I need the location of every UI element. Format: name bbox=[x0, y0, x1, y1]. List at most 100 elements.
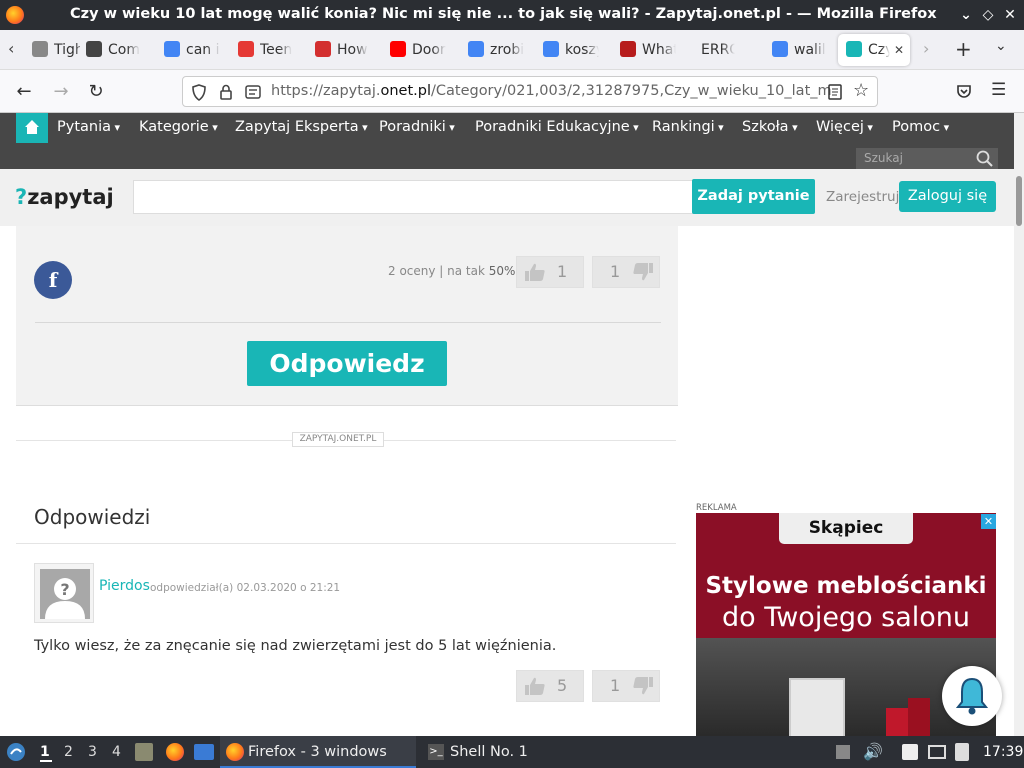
page-info-icon[interactable] bbox=[245, 85, 261, 99]
answer-author-link[interactable]: Pierdos bbox=[99, 578, 150, 594]
question-dislike-button[interactable]: 1 bbox=[592, 256, 660, 288]
nav-item-zapytaj-eksperta[interactable]: Zapytaj Eksperta bbox=[235, 119, 368, 135]
workspace-2[interactable]: 2 bbox=[64, 744, 73, 760]
lock-icon[interactable] bbox=[219, 84, 233, 101]
question-input[interactable] bbox=[133, 180, 695, 214]
ad-close-icon[interactable]: ✕ bbox=[981, 514, 996, 529]
tab-11[interactable]: walil bbox=[770, 34, 826, 66]
tab-favicon-icon bbox=[772, 41, 788, 57]
tab-2[interactable]: Com bbox=[84, 34, 140, 66]
answer-like-button[interactable]: 5 bbox=[516, 670, 584, 702]
notifications-icon[interactable] bbox=[955, 743, 969, 761]
tab-10[interactable]: ERROR bbox=[693, 34, 753, 66]
window-title: Czy w wieku 10 lat mogę walić konia? Nic… bbox=[70, 6, 937, 22]
tab-favicon-icon bbox=[315, 41, 331, 57]
bell-icon bbox=[956, 677, 988, 715]
tab-favicon-icon bbox=[543, 41, 559, 57]
answer-button[interactable]: Odpowiedz bbox=[247, 341, 447, 386]
user-avatar[interactable]: ? bbox=[34, 563, 94, 623]
nav-item-kategorie[interactable]: Kategorie bbox=[139, 119, 218, 135]
tab-favicon-icon bbox=[32, 41, 48, 57]
tracking-shield-icon[interactable] bbox=[191, 84, 207, 101]
nav-item-rankingi[interactable]: Rankingi bbox=[652, 119, 724, 135]
nav-item-pomoc[interactable]: Pomoc bbox=[892, 119, 949, 135]
workspace-1[interactable]: 1 bbox=[40, 744, 52, 762]
nav-item-poradniki[interactable]: Poradniki bbox=[379, 119, 455, 135]
site-navigation: Pytania Kategorie Zapytaj Eksperta Poradnik… bbox=[0, 113, 1014, 169]
network-icon[interactable] bbox=[928, 745, 946, 759]
workspace-4[interactable]: 4 bbox=[112, 744, 121, 760]
firefox-icon bbox=[226, 743, 244, 761]
forward-icon[interactable]: → bbox=[49, 80, 73, 104]
volume-icon[interactable]: 🔊 bbox=[863, 742, 883, 761]
firefox-launcher-icon[interactable] bbox=[166, 743, 184, 761]
notification-bell-button[interactable] bbox=[942, 666, 1002, 726]
answer-dislike-button[interactable]: 1 bbox=[592, 670, 660, 702]
zapytaj-logo[interactable]: ?zapytaj bbox=[15, 185, 114, 209]
home-button[interactable] bbox=[16, 113, 48, 143]
home-icon bbox=[25, 120, 39, 134]
divider bbox=[35, 322, 661, 323]
tab-6[interactable]: Door bbox=[388, 34, 448, 66]
pocket-icon[interactable] bbox=[956, 83, 972, 99]
tab-favicon-icon bbox=[164, 41, 180, 57]
workspace-3[interactable]: 3 bbox=[88, 744, 97, 760]
tab-9[interactable]: What bbox=[618, 34, 676, 66]
clipboard-icon[interactable] bbox=[902, 744, 918, 760]
tab-scroll-left-icon[interactable]: ‹ bbox=[8, 39, 14, 58]
tab-favicon-icon bbox=[86, 41, 102, 57]
tab-scroll-right-icon[interactable]: › bbox=[923, 39, 929, 58]
taskbar-firefox-button[interactable]: Firefox - 3 windows bbox=[220, 736, 416, 768]
site-search-input[interactable]: Szukaj bbox=[856, 148, 998, 169]
answers-heading: Odpowiedzi bbox=[34, 505, 151, 529]
tab-list-icon[interactable]: ⌄ bbox=[995, 38, 1007, 54]
scrollbar-thumb[interactable] bbox=[1016, 176, 1022, 226]
thumbs-down-icon bbox=[633, 677, 653, 695]
url-bar[interactable]: https://zapytaj.onet.pl/Category/021,003… bbox=[182, 76, 878, 107]
tab-favicon-icon bbox=[620, 41, 636, 57]
minimize-icon[interactable]: ⌄ bbox=[956, 5, 976, 25]
tab-label: Door bbox=[412, 42, 446, 58]
desktop-taskbar: 1 2 3 4 Firefox - 3 windows >_ Shell No.… bbox=[0, 736, 1024, 768]
tab-3[interactable]: can i bbox=[162, 34, 220, 66]
skapiec-logo: Skąpiec bbox=[779, 513, 913, 544]
desktop-icon[interactable] bbox=[194, 744, 214, 760]
answer-timestamp: odpowiedział(a) 02.03.2020 o 21:21 bbox=[150, 582, 341, 594]
tray-app-icon[interactable] bbox=[836, 745, 850, 759]
answer-text: Tylko wiesz, że za znęcanie się nad zwie… bbox=[34, 638, 557, 654]
reader-view-icon[interactable] bbox=[828, 84, 842, 100]
nav-item-szkoła[interactable]: Szkoła bbox=[742, 119, 798, 135]
new-tab-icon[interactable]: + bbox=[955, 37, 972, 61]
taskbar-shell-button[interactable]: >_ Shell No. 1 bbox=[422, 736, 612, 768]
nav-item-więcej[interactable]: Więcej bbox=[816, 119, 873, 135]
tab-1[interactable]: Tight bbox=[30, 34, 80, 66]
reload-icon[interactable]: ↻ bbox=[84, 80, 108, 104]
close-icon[interactable]: ✕ bbox=[1000, 5, 1020, 25]
register-link[interactable]: Zarejestruj bbox=[826, 189, 899, 205]
nav-item-pytania[interactable]: Pytania bbox=[57, 119, 120, 135]
url-text[interactable]: https://zapytaj.onet.pl/Category/021,003… bbox=[271, 83, 831, 99]
tab-label: koszy bbox=[565, 42, 599, 58]
tab-5[interactable]: How bbox=[313, 34, 371, 66]
ask-question-button[interactable]: Zadaj pytanie bbox=[692, 179, 815, 214]
question-like-button[interactable]: 1 bbox=[516, 256, 584, 288]
facebook-share-icon[interactable]: f bbox=[34, 261, 72, 299]
clock[interactable]: 17:39 bbox=[983, 744, 1023, 760]
start-menu-icon[interactable] bbox=[6, 742, 26, 762]
question-card: f 2 oceny | na tak 50% 1 1 Odpowiedz bbox=[16, 226, 678, 406]
tab-7[interactable]: zrobi bbox=[466, 34, 524, 66]
close-tab-icon[interactable]: ✕ bbox=[894, 34, 904, 66]
bookmark-star-icon[interactable]: ☆ bbox=[853, 80, 869, 101]
search-icon[interactable] bbox=[976, 150, 993, 167]
tab-label: Com bbox=[108, 42, 140, 58]
menu-icon[interactable]: ☰ bbox=[991, 80, 1006, 100]
maximize-icon[interactable]: ◇ bbox=[978, 5, 998, 25]
back-icon[interactable]: ← bbox=[12, 80, 36, 104]
login-button[interactable]: Zaloguj się bbox=[899, 181, 996, 212]
tab-8[interactable]: koszy bbox=[541, 34, 601, 66]
svg-text:?: ? bbox=[60, 580, 69, 599]
nav-item-poradniki-edukacyjne[interactable]: Poradniki Edukacyjne bbox=[475, 119, 639, 135]
tab-4[interactable]: Teen bbox=[236, 34, 296, 66]
tab-12[interactable]: Czy ✕ bbox=[838, 34, 910, 66]
file-manager-icon[interactable] bbox=[135, 743, 153, 761]
